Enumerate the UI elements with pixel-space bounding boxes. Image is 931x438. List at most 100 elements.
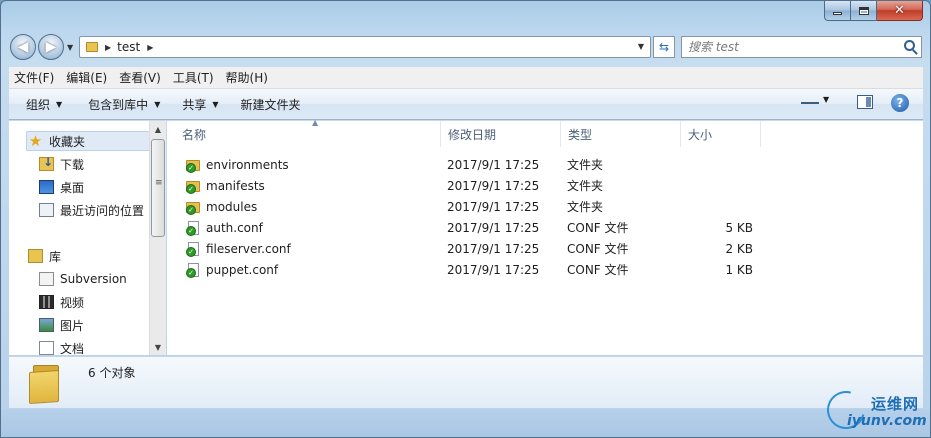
column-header-size[interactable]: 大小 (681, 121, 761, 147)
chevron-down-icon: ▼ (212, 99, 219, 109)
file-modified-date: 2017/9/1 17:25 (447, 157, 540, 172)
sidebar-libraries[interactable]: 库 (28, 246, 61, 266)
explorer-window: ✕ ◀ ▶ ▼ ▶ test ▶ ▼ ⇆ 文件(F) 编辑(E) 查看(V) 工… (0, 0, 931, 438)
file-name-cell: ✓ modules (185, 196, 257, 217)
breadcrumb-separator-icon[interactable]: ▶ (147, 43, 153, 52)
view-options-dropdown-icon[interactable]: ▼ (823, 95, 829, 104)
help-icon[interactable]: ? (891, 94, 909, 112)
scrollbar-thumb[interactable] (151, 139, 165, 237)
download-folder-icon (39, 155, 54, 171)
preview-pane-icon[interactable] (857, 95, 873, 109)
window-bottom-frame (1, 409, 930, 437)
file-name-cell: ✓ fileserver.conf (185, 238, 291, 259)
scroll-up-icon[interactable]: ▲ (150, 121, 166, 137)
sidebar-item-label: 图片 (60, 318, 85, 333)
sidebar-item-subversion[interactable]: Subversion (39, 269, 127, 289)
file-modified-date: 2017/9/1 17:25 (447, 220, 540, 235)
sidebar-item-desktop[interactable]: 桌面 (39, 177, 84, 197)
file-type: 文件夹 (567, 179, 604, 193)
address-bar[interactable]: ▶ test ▶ ▼ (79, 36, 651, 58)
library-icon (28, 249, 43, 263)
check-badge-icon: ✓ (186, 162, 196, 173)
sidebar-item-label: 视频 (60, 295, 85, 310)
file-name-cell: ✓ auth.conf (185, 217, 263, 238)
file-size (687, 175, 753, 196)
navigation-pane: ★ 收藏夹 下载 桌面 最近访问的位置 库 Subversion 视频 (9, 121, 166, 355)
back-button[interactable]: ◀ (10, 34, 36, 60)
check-badge-icon: ✓ (186, 204, 196, 215)
folder-icon (86, 42, 98, 52)
table-row[interactable]: ✓ puppet.conf 2017/9/1 17:25 CONF 文件 1 KB (181, 259, 771, 280)
item-count: 6 个对象 (88, 366, 136, 380)
sidebar-favorites[interactable]: ★ 收藏夹 (26, 131, 151, 151)
share-button[interactable]: 共享 ▼ (173, 96, 227, 113)
svn-folder-icon: ✓ (185, 199, 201, 215)
breadcrumb-item[interactable]: test (117, 40, 140, 54)
sidebar-item-downloads[interactable]: 下载 (39, 154, 84, 174)
file-modified-date: 2017/9/1 17:25 (447, 178, 540, 193)
menu-tools[interactable]: 工具(T) (168, 69, 219, 86)
maximize-icon (858, 6, 869, 15)
table-row[interactable]: ✓ environments 2017/9/1 17:25 文件夹 (181, 154, 771, 175)
column-header-name[interactable]: 名称 ▲ (175, 118, 441, 147)
file-type: CONF 文件 (567, 221, 629, 235)
check-badge-icon: ✓ (186, 246, 196, 257)
scroll-down-icon[interactable]: ▼ (150, 339, 166, 355)
table-row[interactable]: ✓ auth.conf 2017/9/1 17:25 CONF 文件 5 KB (181, 217, 771, 238)
column-header-date[interactable]: 修改日期 (441, 121, 561, 147)
file-type: CONF 文件 (567, 263, 629, 277)
file-name-cell: ✓ puppet.conf (185, 259, 278, 280)
file-size (687, 154, 753, 175)
document-library-icon (39, 341, 54, 355)
refresh-button[interactable]: ⇆ (653, 36, 675, 58)
menu-help[interactable]: 帮助(H) (221, 69, 273, 86)
navigation-scrollbar[interactable]: ▲ ▼ (149, 121, 166, 355)
address-row: ◀ ▶ ▼ ▶ test ▶ ▼ ⇆ (1, 31, 930, 63)
maximize-button[interactable] (851, 1, 877, 21)
file-size: 2 KB (725, 241, 753, 256)
details-pane: 6 个对象 (9, 356, 923, 408)
star-icon: ★ (28, 132, 43, 150)
search-icon[interactable] (904, 40, 915, 51)
search-box[interactable] (681, 36, 922, 58)
include-in-library-button[interactable]: 包含到库中 ▼ (79, 96, 169, 113)
new-folder-label: 新建文件夹 (240, 97, 301, 112)
watermark-text: 运维网 (871, 395, 920, 413)
sort-ascending-icon: ▲ (312, 118, 319, 127)
sidebar-item-recent-places[interactable]: 最近访问的位置 (39, 200, 144, 220)
sidebar-item-pictures[interactable]: 图片 (39, 315, 84, 335)
menu-file[interactable]: 文件(F) (9, 69, 59, 86)
sidebar-item-documents[interactable]: 文档 (39, 338, 84, 355)
table-row[interactable]: ✓ modules 2017/9/1 17:25 文件夹 (181, 196, 771, 217)
recent-places-icon (39, 203, 54, 217)
sidebar-item-label: 库 (49, 249, 62, 264)
search-input[interactable] (688, 40, 898, 54)
file-modified-date: 2017/9/1 17:25 (447, 262, 540, 277)
organize-button[interactable]: 组织 ▼ (17, 96, 71, 113)
svn-file-icon: ✓ (185, 220, 201, 236)
file-name: auth.conf (206, 220, 263, 235)
forward-button[interactable]: ▶ (38, 34, 64, 60)
table-row[interactable]: ✓ manifests 2017/9/1 17:25 文件夹 (181, 175, 771, 196)
file-name: manifests (206, 178, 265, 193)
breadcrumb-separator-icon[interactable]: ▶ (105, 43, 111, 52)
svn-folder-icon: ✓ (185, 157, 201, 173)
column-header-label: 类型 (568, 127, 593, 142)
file-type: 文件夹 (567, 158, 604, 172)
picture-library-icon (39, 318, 54, 332)
close-button[interactable]: ✕ (877, 1, 923, 21)
sidebar-item-videos[interactable]: 视频 (39, 292, 84, 312)
menu-edit[interactable]: 编辑(E) (61, 69, 112, 86)
watermark: 运维网 iyunv.com (820, 384, 927, 436)
table-row[interactable]: ✓ fileserver.conf 2017/9/1 17:25 CONF 文件 2 K… (181, 238, 771, 259)
refresh-icon: ⇆ (658, 40, 670, 54)
new-folder-button[interactable]: 新建文件夹 (232, 96, 310, 113)
recent-pages-dropdown[interactable]: ▼ (67, 43, 73, 52)
address-dropdown-icon[interactable]: ▼ (638, 42, 644, 51)
view-options-icon[interactable] (801, 95, 819, 109)
minimize-button[interactable] (824, 1, 851, 21)
sidebar-item-label: 文档 (60, 341, 85, 356)
file-type: 文件夹 (567, 200, 604, 214)
menu-view[interactable]: 查看(V) (114, 69, 166, 86)
column-header-type[interactable]: 类型 (561, 121, 681, 147)
